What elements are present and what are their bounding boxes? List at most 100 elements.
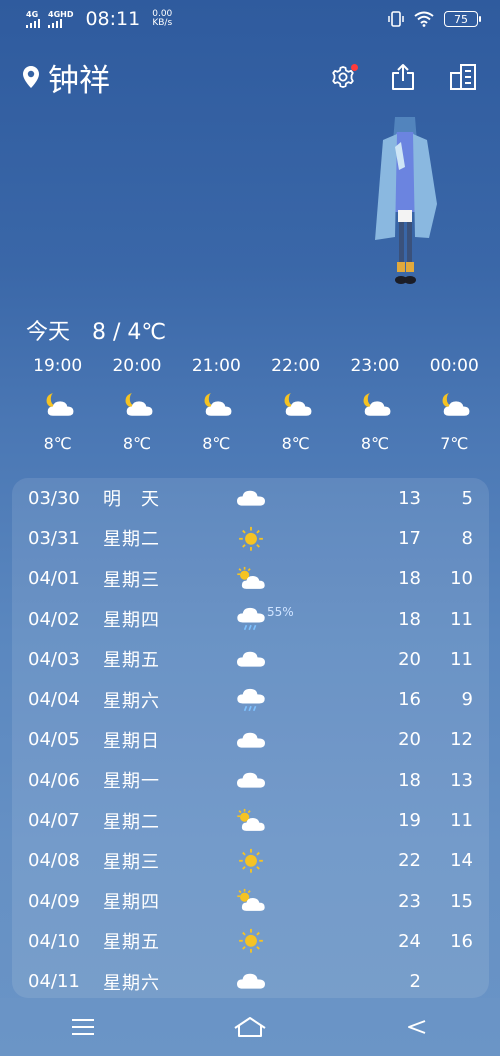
partly-cloudy-night-icon (357, 384, 393, 424)
forecast-row[interactable]: 04/04 星期六 16 9 (12, 679, 489, 719)
forecast-high: 19 (398, 810, 421, 832)
forecast-row[interactable]: 03/31 星期二 17 8 (12, 518, 489, 558)
cloud-icon (234, 645, 268, 673)
forecast-high: 20 (398, 729, 421, 751)
forecast-row[interactable]: 03/30 明 天 13 5 (12, 478, 489, 518)
share-button[interactable] (388, 62, 418, 92)
forecast-row[interactable]: 04/10 星期五 24 16 (12, 921, 489, 961)
hour-time: 00:00 (429, 356, 479, 376)
forecast-date: 04/07 (28, 810, 80, 832)
cloud-icon (234, 726, 268, 754)
daily-forecast-list[interactable]: 03/30 明 天 13 5 03/31 星期二 17 8 04/01 星期三 … (12, 478, 489, 998)
menu-icon (72, 1019, 95, 1035)
forecast-low: 10 (450, 568, 473, 590)
home-icon (234, 1017, 266, 1037)
forecast-high: 22 (398, 850, 421, 872)
hourly-item: 22:00 8℃ (256, 356, 335, 453)
forecast-date: 04/02 (28, 608, 80, 630)
hourly-item: 23:00 8℃ (335, 356, 414, 453)
forecast-high: 23 (398, 890, 421, 912)
hour-time: 23:00 (350, 356, 400, 376)
today-label: 今天 (26, 320, 71, 345)
city-manage-button[interactable] (448, 62, 478, 92)
precip-probability: 55% (267, 604, 294, 619)
forecast-high: 24 (398, 930, 421, 952)
forecast-row[interactable]: 04/05 星期日 20 12 (12, 720, 489, 760)
forecast-row[interactable]: 04/11 星期六 2 (12, 962, 489, 998)
forecast-row[interactable]: 04/09 星期四 23 15 (12, 881, 489, 921)
partly-cloudy-icon (234, 887, 268, 915)
forecast-day: 星期二 (103, 811, 160, 833)
forecast-high: 18 (398, 769, 421, 791)
partly-cloudy-night-icon (119, 384, 155, 424)
hourly-forecast[interactable]: 19:00 8℃ 20:00 8℃ 21:00 8℃ 22:00 8℃ 23:0… (18, 356, 494, 453)
rain-icon (234, 685, 268, 713)
forecast-low: 16 (450, 930, 473, 952)
forecast-date: 04/05 (28, 729, 80, 751)
forecast-date: 04/10 (28, 930, 80, 952)
battery-level: 75 (454, 12, 468, 26)
forecast-row[interactable]: 04/06 星期一 18 13 (12, 760, 489, 800)
partly-cloudy-icon (234, 565, 268, 593)
forecast-day: 星期一 (103, 771, 160, 793)
forecast-date: 04/01 (28, 568, 80, 590)
cloud-icon (234, 766, 268, 794)
hour-temp: 8℃ (43, 434, 72, 453)
share-icon (392, 64, 414, 90)
back-icon (407, 1020, 425, 1034)
forecast-low: 12 (450, 729, 473, 751)
forecast-day: 星期四 (103, 892, 160, 914)
forecast-day: 星期六 (103, 690, 160, 712)
menu-button[interactable] (63, 1007, 103, 1047)
hourly-item: 00:00 7℃ (415, 356, 494, 453)
forecast-row[interactable]: 04/07 星期二 19 11 (12, 800, 489, 840)
header: 钟祥 (22, 55, 478, 99)
forecast-low: 11 (450, 810, 473, 832)
forecast-day: 明 天 (103, 489, 160, 511)
forecast-low: 9 (461, 689, 473, 711)
today-summary: 今天 8 / 4℃ (26, 314, 166, 346)
hourly-item: 20:00 8℃ (97, 356, 176, 453)
forecast-low: 11 (450, 648, 473, 670)
forecast-row[interactable]: 04/01 星期三 18 10 (12, 559, 489, 599)
signal-4g: 4G (26, 10, 40, 28)
forecast-day: 星期四 (103, 610, 160, 632)
signal-4ghd: 4GHD (48, 10, 73, 28)
status-bar: 4G 4GHD 08:11 0.00 KB/s 75 (0, 0, 500, 38)
forecast-high: 13 (398, 487, 421, 509)
partly-cloudy-night-icon (40, 384, 76, 424)
hourly-item: 19:00 8℃ (18, 356, 97, 453)
forecast-day: 星期日 (103, 730, 160, 752)
outfit-illustration (375, 117, 437, 284)
signal-bars-icon (48, 19, 62, 28)
city-selector[interactable]: 钟祥 (22, 55, 110, 100)
partly-cloudy-night-icon (278, 384, 314, 424)
forecast-date: 04/08 (28, 850, 80, 872)
forecast-row[interactable]: 04/03 星期五 20 11 (12, 639, 489, 679)
forecast-date: 04/06 (28, 769, 80, 791)
forecast-day: 星期六 (103, 972, 160, 994)
forecast-low: 14 (450, 850, 473, 872)
forecast-high: 18 (398, 608, 421, 630)
back-button[interactable] (397, 1007, 437, 1047)
today-range: 8 / 4℃ (92, 320, 167, 345)
signal-bars-icon (26, 19, 40, 28)
forecast-date: 04/03 (28, 648, 80, 670)
home-button[interactable] (230, 1007, 270, 1047)
rain-icon (234, 605, 268, 633)
hour-temp: 8℃ (202, 434, 231, 453)
forecast-row[interactable]: 04/08 星期三 22 14 (12, 841, 489, 881)
forecast-high: 16 (398, 689, 421, 711)
forecast-day: 星期二 (103, 529, 160, 551)
forecast-row[interactable]: 04/02 星期四 55% 18 11 (12, 599, 489, 639)
cloud-icon (234, 968, 268, 996)
forecast-low: 13 (450, 769, 473, 791)
hour-time: 20:00 (112, 356, 162, 376)
forecast-date: 03/31 (28, 527, 80, 549)
hour-temp: 8℃ (360, 434, 390, 453)
forecast-date: 04/04 (28, 689, 80, 711)
network-speed: 0.00 KB/s (152, 9, 173, 28)
hour-time: 22:00 (271, 356, 321, 376)
settings-button[interactable] (328, 62, 358, 92)
buildings-icon (450, 64, 476, 90)
